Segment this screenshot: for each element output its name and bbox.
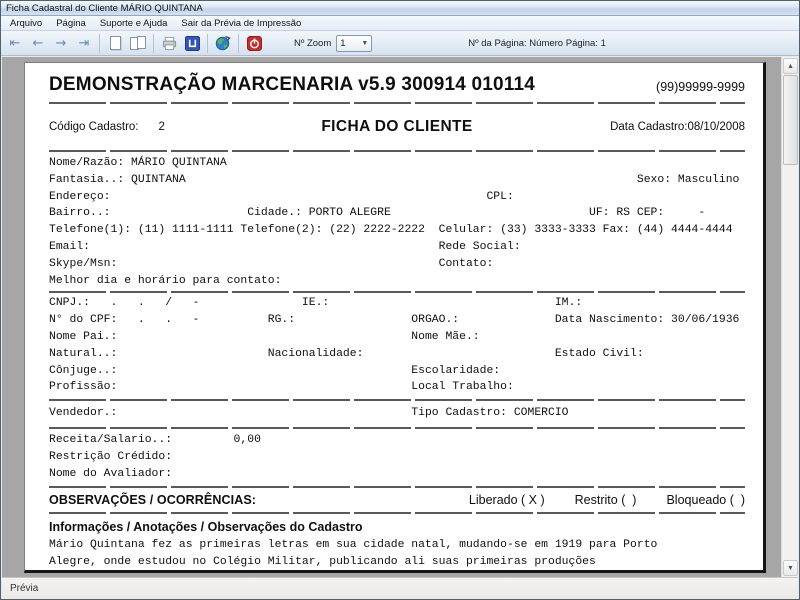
exit-preview-button[interactable] — [243, 33, 265, 54]
field-line: Vendedor.: Tipo Cadastro: COMERCIO — [49, 405, 745, 422]
company-name: DEMONSTRAÇÃO MARCENARIA v5.9 300914 0101… — [49, 74, 535, 96]
field-line: Skype/Msn: Contato: — [49, 256, 745, 273]
biography-line: Alegre, onde estudou no Colégio Militar,… — [49, 554, 745, 571]
biography-line: Mário Quintana fez as primeiras letras e… — [49, 537, 745, 554]
codigo-cadastro: Código Cadastro:2 — [49, 121, 321, 133]
web-export-button[interactable] — [212, 33, 234, 54]
web-export-icon — [215, 35, 231, 51]
field-line: Profissão: Local Trabalho: — [49, 379, 745, 396]
field-line: Restrição Crédido: — [49, 449, 745, 466]
menu-pagina[interactable]: Página — [49, 16, 93, 30]
biography-text: Mário Quintana fez as primeiras letras e… — [49, 537, 745, 573]
scroll-up-button[interactable]: ▲ — [783, 58, 798, 74]
print-preview-area: DEMONSTRAÇÃO MARCENARIA v5.9 300914 0101… — [2, 57, 798, 577]
toolbar: ⇤ ← → ⇥ — [1, 31, 799, 56]
credito-block: Receita/Salario..: 0,00 Restrição Crédid… — [49, 432, 745, 482]
field-line: Nome/Razão: MÁRIO QUINTANA — [49, 155, 745, 172]
biography-line: literárias. Trabalhou para a Editora Glo… — [49, 571, 745, 573]
divider — [49, 102, 745, 104]
vertical-scrollbar[interactable]: ▲ ▼ — [781, 57, 798, 577]
page-number-info: Nº da Página: Número Página: 1 — [468, 38, 606, 49]
field-line: Bairro..: Cidade.: PORTO ALEGRE UF: RS C… — [49, 205, 745, 222]
observacoes-title: OBSERVAÇÕES / OCORRÊNCIAS: — [49, 493, 256, 507]
field-line: Email: Rede Social: — [49, 239, 745, 256]
last-page-button[interactable]: ⇥ — [73, 33, 95, 54]
field-line: N° do CPF: . . - RG.: ORGAO.: Data Nasci… — [49, 312, 745, 329]
field-line: Cônjuge..: Escolaridade: — [49, 363, 745, 380]
divider — [49, 291, 745, 293]
toolbar-separator — [99, 34, 100, 53]
observacoes-row: OBSERVAÇÕES / OCORRÊNCIAS: Liberado ( X … — [49, 493, 745, 507]
company-phone: (99)99999-9999 — [656, 80, 745, 96]
toolbar-separator — [153, 34, 154, 53]
status-bloqueado: Bloqueado ( ) — [666, 493, 745, 507]
preview-setup-icon — [185, 36, 200, 51]
print-button[interactable] — [158, 33, 180, 54]
divider — [49, 486, 745, 488]
vendedor-block: Vendedor.: Tipo Cadastro: COMERCIO — [49, 403, 745, 424]
field-line: Fantasia..: QUINTANA Sexo: Masculino — [49, 172, 745, 189]
single-page-icon — [110, 36, 121, 50]
zoom-dropdown[interactable]: 1 ▼ — [336, 35, 372, 52]
codigo-cadastro-value: 2 — [159, 121, 165, 133]
field-line: Telefone(1): (11) 1111-1111 Telefone(2):… — [49, 222, 745, 239]
document-header: DEMONSTRAÇÃO MARCENARIA v5.9 300914 0101… — [49, 74, 745, 96]
two-page-view-button[interactable] — [127, 33, 149, 54]
last-page-icon: ⇥ — [79, 37, 90, 50]
previous-page-button[interactable]: ← — [27, 33, 49, 54]
status-bar: Prévia — [2, 577, 798, 598]
field-line: Melhor dia e horário para contato: — [49, 273, 745, 290]
informacoes-header: Informações / Anotações / Observações do… — [49, 520, 745, 534]
first-page-button[interactable]: ⇤ — [4, 33, 26, 54]
two-pages-icon — [130, 36, 146, 50]
toolbar-separator — [238, 34, 239, 53]
menu-suporte-e-ajuda[interactable]: Suporte e Ajuda — [93, 16, 175, 30]
contact-fields-block: Nome/Razão: MÁRIO QUINTANA Fantasia..: Q… — [49, 155, 745, 289]
single-page-view-button[interactable] — [104, 33, 126, 54]
title-bar: Ficha Cadastral do Cliente MÁRIO QUINTAN… — [1, 1, 799, 16]
next-page-icon: → — [56, 37, 67, 50]
previous-page-icon: ← — [33, 37, 44, 50]
field-line: Receita/Salario..: 0,00 — [49, 432, 745, 449]
window-title: Ficha Cadastral do Cliente MÁRIO QUINTAN… — [6, 3, 203, 14]
chevron-down-icon: ▼ — [361, 40, 368, 47]
next-page-button[interactable]: → — [50, 33, 72, 54]
field-line: Endereço: CPL: — [49, 189, 745, 206]
document-title: FICHA DO CLIENTE — [321, 118, 472, 136]
status-liberado: Liberado ( X ) — [469, 493, 545, 507]
data-cadastro: Data Cadastro:08/10/2008 — [473, 121, 745, 133]
field-line: Natural..: Nacionalidade: Estado Civil: — [49, 346, 745, 363]
scrollbar-thumb[interactable] — [783, 75, 798, 165]
exit-icon — [247, 36, 262, 51]
menu-bar: Arquivo Página Suporte e Ajuda Sair da P… — [1, 16, 799, 31]
scroll-down-button[interactable]: ▼ — [783, 560, 798, 576]
printer-icon — [162, 36, 177, 51]
menu-arquivo[interactable]: Arquivo — [3, 16, 49, 30]
menu-sair-da-previa[interactable]: Sair da Prévia de Impressão — [174, 16, 308, 30]
field-line: CNPJ.: . . / - IE.: IM.: — [49, 295, 745, 312]
zoom-value: 1 — [340, 38, 345, 49]
preview-setup-button[interactable] — [181, 33, 203, 54]
divider — [49, 150, 745, 152]
app-window: Ficha Cadastral do Cliente MÁRIO QUINTAN… — [0, 0, 800, 600]
toolbar-separator — [207, 34, 208, 53]
status-restrito: Restrito ( ) — [575, 493, 637, 507]
document-page: DEMONSTRAÇÃO MARCENARIA v5.9 300914 0101… — [24, 62, 766, 573]
personal-fields-block: CNPJ.: . . / - IE.: IM.: N° do CPF: . . … — [49, 295, 745, 396]
field-line: Nome do Avaliador: — [49, 466, 745, 483]
divider — [49, 427, 745, 429]
document-meta-row: Código Cadastro:2 FICHA DO CLIENTE Data … — [49, 118, 745, 136]
status-label: Prévia — [10, 583, 38, 594]
zoom-label: Nº Zoom — [294, 38, 331, 49]
field-line: Nome Pai.: Nome Mãe.: — [49, 329, 745, 346]
divider — [49, 512, 745, 514]
first-page-icon: ⇤ — [10, 37, 21, 50]
divider — [49, 399, 745, 401]
